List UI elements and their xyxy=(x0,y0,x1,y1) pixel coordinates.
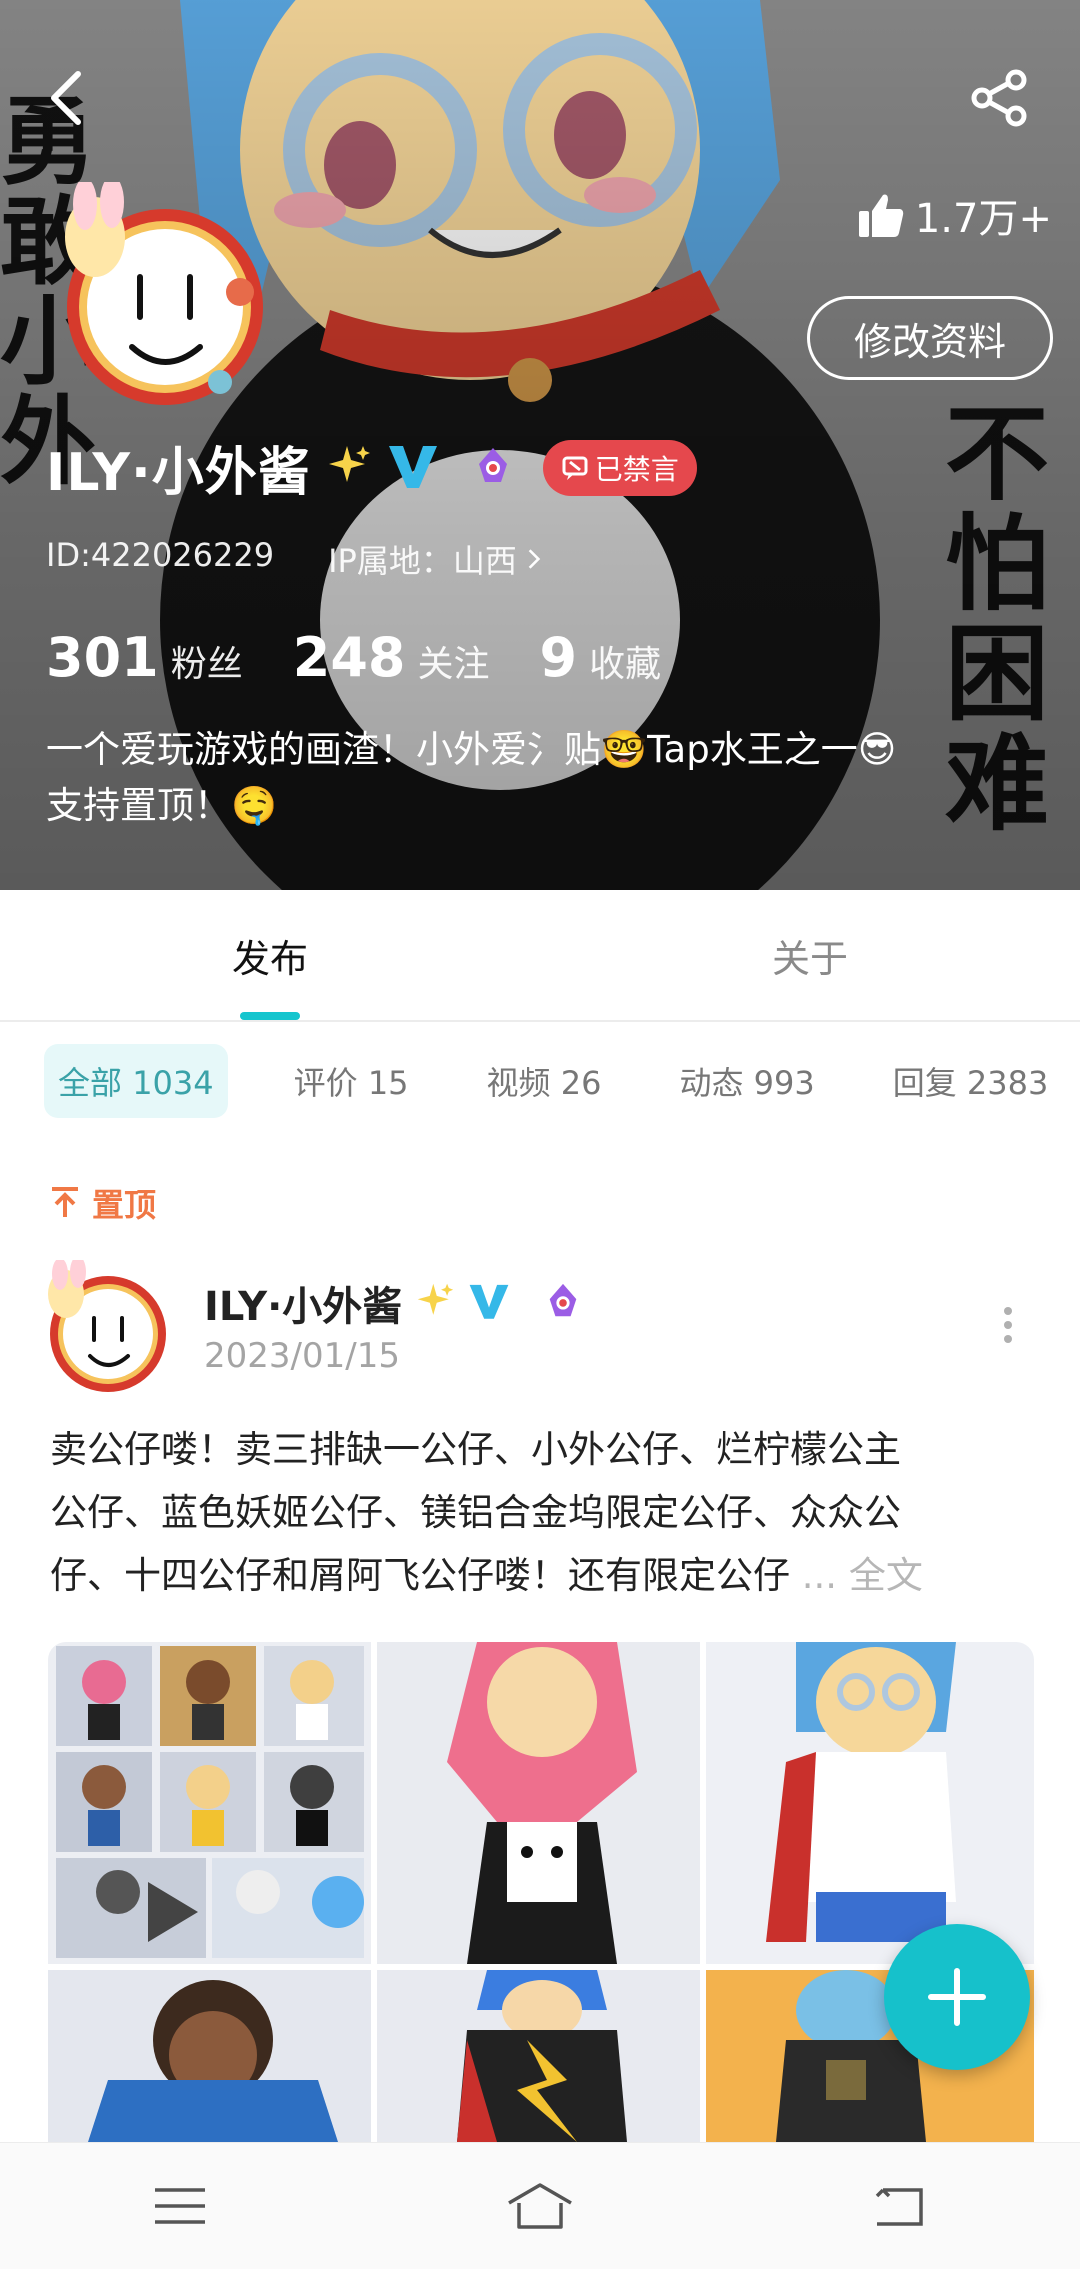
filter-moments[interactable]: 动态 993 xyxy=(667,1044,826,1118)
likes-count[interactable]: 1.7万+ xyxy=(857,186,1052,244)
verified-v-icon[interactable] xyxy=(387,440,439,496)
level-crest-icon[interactable] xyxy=(473,446,513,490)
filter-all[interactable]: 全部 1034 xyxy=(44,1044,228,1118)
post-image[interactable] xyxy=(48,1970,371,2142)
thumb-up-icon xyxy=(858,194,904,237)
menu-icon[interactable] xyxy=(135,2171,225,2241)
content-filters: 全部 1034 评价 15 视频 26 动态 993 回复 2383 xyxy=(44,1044,1060,1118)
stat-following[interactable]: 248 关注 xyxy=(293,626,490,689)
share-icon[interactable] xyxy=(970,68,1030,128)
create-post-button[interactable] xyxy=(884,1924,1030,2070)
tab-posts[interactable]: 发布 xyxy=(0,890,540,1020)
level-crest-icon[interactable] xyxy=(544,1282,582,1324)
ip-location-text: IP属地：山西 xyxy=(328,542,517,580)
tab-about[interactable]: 关于 xyxy=(540,890,1080,1020)
profile-name-row: ILY·小外酱 已禁言 xyxy=(46,430,697,505)
edit-profile-button[interactable]: 修改资料 xyxy=(807,296,1053,380)
sparkle-icon xyxy=(327,444,371,492)
sparkle-icon xyxy=(416,1282,454,1324)
post-body[interactable]: 卖公仔喽！卖三排缺一公仔、小外公仔、烂柠檬公主 公仔、蓝色妖姬公仔、镁铝合金坞限… xyxy=(50,1418,1040,1607)
profile-tabs: 发布 关于 xyxy=(0,890,1080,1022)
likes-value: 1.7万+ xyxy=(914,196,1052,242)
post-date: 2023/01/15 xyxy=(204,1336,400,1376)
stats-row: 301 粉丝 248 关注 9 收藏 xyxy=(46,626,661,689)
stat-favorites[interactable]: 9 收藏 xyxy=(540,626,662,689)
pin-arrow-icon xyxy=(52,1187,78,1217)
user-id: ID:422026229 xyxy=(46,536,275,574)
filter-reviews[interactable]: 评价 15 xyxy=(282,1044,421,1118)
user-name: ILY·小外酱 xyxy=(46,443,311,503)
back-arrow-icon[interactable] xyxy=(44,70,88,126)
back-nav-icon[interactable] xyxy=(855,2171,945,2241)
read-more-link[interactable]: 全文 xyxy=(849,1554,923,1597)
bio-line: 一个爱玩游戏的画渣！小外爱氵贴🤓Tap水王之一😎 xyxy=(46,728,897,771)
home-icon[interactable] xyxy=(495,2171,585,2241)
id-row: ID:422026229 IP属地：山西 xyxy=(46,536,541,582)
post-image[interactable] xyxy=(48,1642,371,1964)
ip-location[interactable]: IP属地：山西 xyxy=(328,536,541,582)
muted-badge-text: 已禁言 xyxy=(594,452,679,486)
bio-line: 支持置顶！🤤 xyxy=(46,784,278,827)
system-navigation-bar xyxy=(0,2142,1080,2269)
plus-icon xyxy=(928,1968,986,2026)
profile-bio: 一个爱玩游戏的画渣！小外爱氵贴🤓Tap水王之一😎 支持置顶！🤤 xyxy=(46,722,1046,834)
post-image[interactable] xyxy=(706,1642,1034,1964)
post-header: ILY·小外酱 xyxy=(204,1274,582,1332)
more-vertical-icon[interactable] xyxy=(988,1305,1028,1345)
post-image[interactable] xyxy=(377,1642,700,1964)
active-tab-indicator xyxy=(240,1012,300,1020)
mute-icon xyxy=(562,456,588,480)
post-image-gallery xyxy=(48,1642,1034,2142)
pinned-label: 置顶 xyxy=(50,1180,156,1226)
muted-badge: 已禁言 xyxy=(542,439,697,496)
filter-replies[interactable]: 回复 2383 xyxy=(881,1044,1061,1118)
post-author-avatar[interactable] xyxy=(36,1256,170,1394)
avatar[interactable] xyxy=(40,176,270,412)
post-image[interactable] xyxy=(377,1970,700,2142)
verified-v-icon[interactable] xyxy=(468,1280,510,1326)
filter-videos[interactable]: 视频 26 xyxy=(475,1044,614,1118)
stat-fans[interactable]: 301 粉丝 xyxy=(46,626,243,689)
post-author-name[interactable]: ILY·小外酱 xyxy=(204,1274,402,1332)
chevron-right-icon xyxy=(528,549,541,569)
